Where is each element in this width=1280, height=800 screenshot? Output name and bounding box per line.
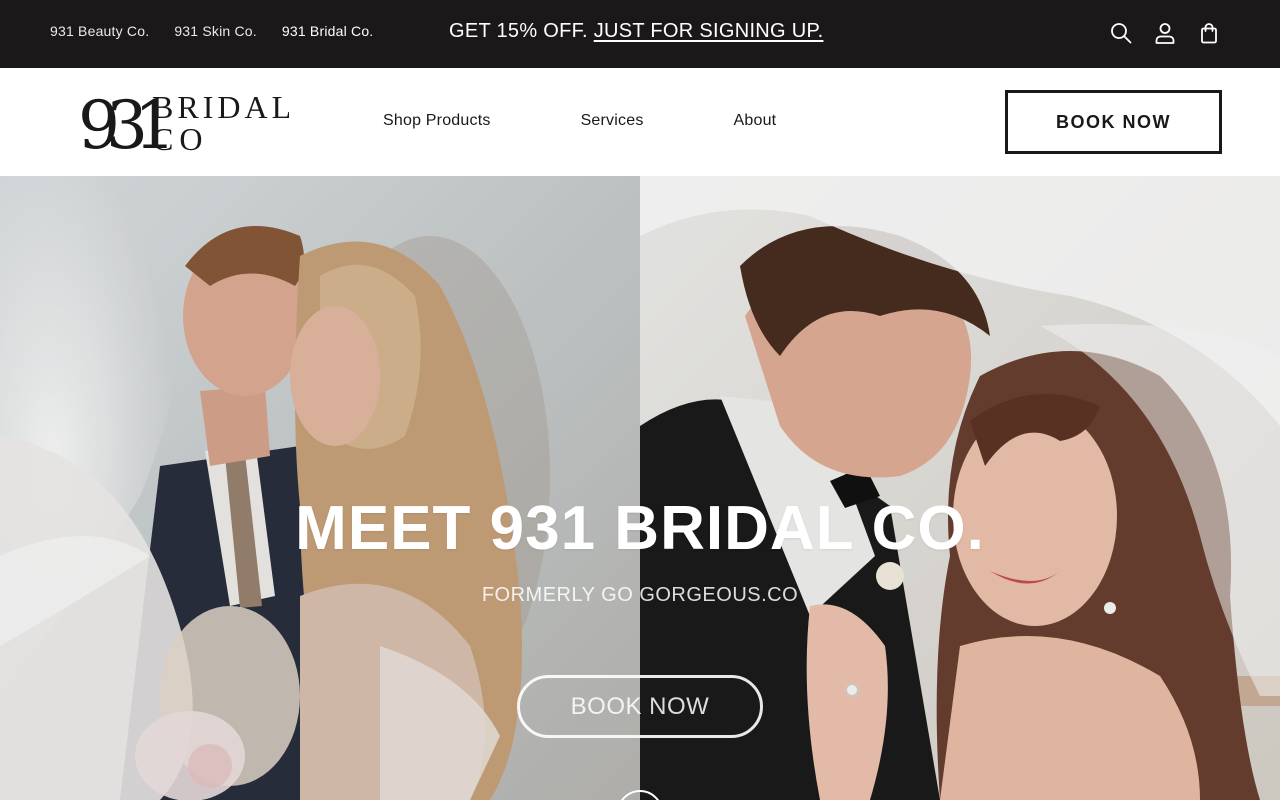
nav-services[interactable]: Services xyxy=(581,112,644,130)
brand-link-bridal[interactable]: 931 Bridal Co. xyxy=(282,23,374,39)
logo-word-co: CO xyxy=(152,121,208,156)
promo-message: GET 15% OFF. JUST FOR SIGNING UP. xyxy=(449,20,823,43)
cart-icon[interactable] xyxy=(1198,22,1220,44)
account-icon[interactable] xyxy=(1154,22,1176,44)
hero-banner: MEET 931 BRIDAL CO. FORMERLY GO GORGEOUS… xyxy=(0,176,1280,800)
logo[interactable]: 931 BRIDAL CO xyxy=(79,90,289,156)
hero-book-now-button[interactable]: BOOK NOW xyxy=(517,675,763,738)
search-icon[interactable] xyxy=(1110,22,1132,44)
hero-subtitle: FORMERLY GO GORGEOUS.CO xyxy=(481,584,799,606)
promo-text: GET 15% OFF. xyxy=(449,20,588,42)
logo-word-bridal: BRIDAL xyxy=(152,90,289,125)
nav-shop-products[interactable]: Shop Products xyxy=(383,112,491,130)
site-header: 931 BRIDAL CO Shop Products Services Abo… xyxy=(0,68,1280,176)
brand-link-skin[interactable]: 931 Skin Co. xyxy=(174,23,257,39)
brand-link-beauty[interactable]: 931 Beauty Co. xyxy=(50,23,149,39)
hero-title: MEET 931 BRIDAL CO. xyxy=(295,494,985,563)
brand-switcher: 931 Beauty Co. 931 Skin Co. 931 Bridal C… xyxy=(50,23,373,39)
promo-signup-link[interactable]: JUST FOR SIGNING UP. xyxy=(594,20,824,42)
announcement-bar: 931 Beauty Co. 931 Skin Co. 931 Bridal C… xyxy=(0,0,1280,68)
header-book-now-button[interactable]: BOOK NOW xyxy=(1005,90,1222,154)
nav-about[interactable]: About xyxy=(734,112,777,130)
main-nav: Shop Products Services About xyxy=(383,112,776,130)
utility-icons xyxy=(1110,22,1220,44)
